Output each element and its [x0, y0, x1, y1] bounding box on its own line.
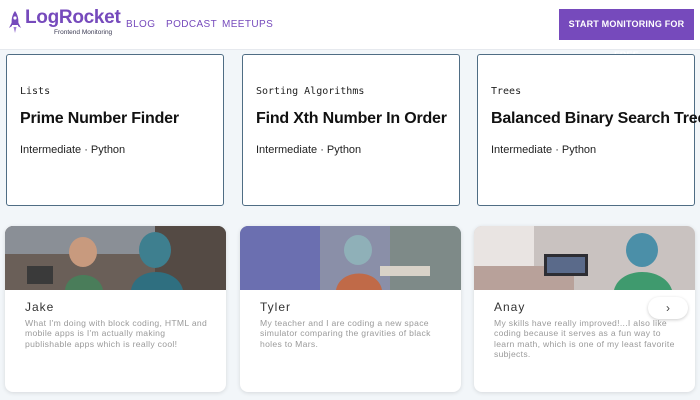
course-card-find-xth-number[interactable]: Sorting Algorithms Find Xth Number In Or…: [242, 54, 460, 206]
testimonial-card-jake: Jake What I'm doing with block coding, H…: [5, 226, 226, 392]
logo-tagline: Frontend Monitoring: [54, 29, 113, 36]
course-category: Trees: [491, 86, 522, 97]
course-category: Lists: [20, 86, 51, 97]
nav-podcast[interactable]: PODCAST: [166, 19, 217, 30]
nav-meetups[interactable]: MEETUPS: [222, 19, 273, 30]
testimonial-name: Jake: [25, 300, 55, 314]
course-meta: Intermediate · Python: [256, 144, 362, 156]
testimonial-quote: My teacher and I are coding a new space …: [260, 318, 431, 349]
course-title: Find Xth Number In Order: [256, 110, 447, 127]
logrocket-logo[interactable]: LogRocket Frontend Monitoring: [8, 7, 121, 41]
nav-blog[interactable]: BLOG: [126, 19, 155, 30]
course-card-prime-number-finder[interactable]: Lists Prime Number Finder Intermediate ·…: [6, 54, 224, 206]
course-card-balanced-bst[interactable]: Trees Balanced Binary Search Tree Interm…: [477, 54, 700, 206]
testimonial-quote: My skills have really improved!...I also…: [494, 318, 675, 360]
course-title: Balanced Binary Search Tree: [491, 110, 700, 127]
course-meta: Intermediate · Python: [20, 144, 126, 156]
testimonial-name: Tyler: [260, 300, 292, 314]
carousel-next-button[interactable]: ›: [648, 297, 688, 319]
site-header: LogRocket Frontend Monitoring BLOG PODCA…: [0, 0, 700, 60]
testimonial-photo: [5, 226, 226, 290]
testimonial-photo: [474, 226, 695, 290]
chevron-right-icon: ›: [666, 301, 670, 315]
rocket-logo-icon: [9, 11, 21, 33]
logo-wordmark: LogRocket: [25, 7, 121, 28]
testimonial-card-tyler: Tyler My teacher and I are coding a new …: [240, 226, 461, 392]
course-title: Prime Number Finder: [20, 110, 179, 127]
course-meta: Intermediate · Python: [491, 144, 597, 156]
testimonial-quote: What I'm doing with block coding, HTML a…: [25, 318, 208, 349]
testimonial-photo: [240, 226, 461, 290]
course-category: Sorting Algorithms: [256, 86, 365, 97]
start-monitoring-button[interactable]: START MONITORING FOR FREE: [559, 9, 694, 60]
testimonial-name: Anay: [494, 300, 526, 314]
